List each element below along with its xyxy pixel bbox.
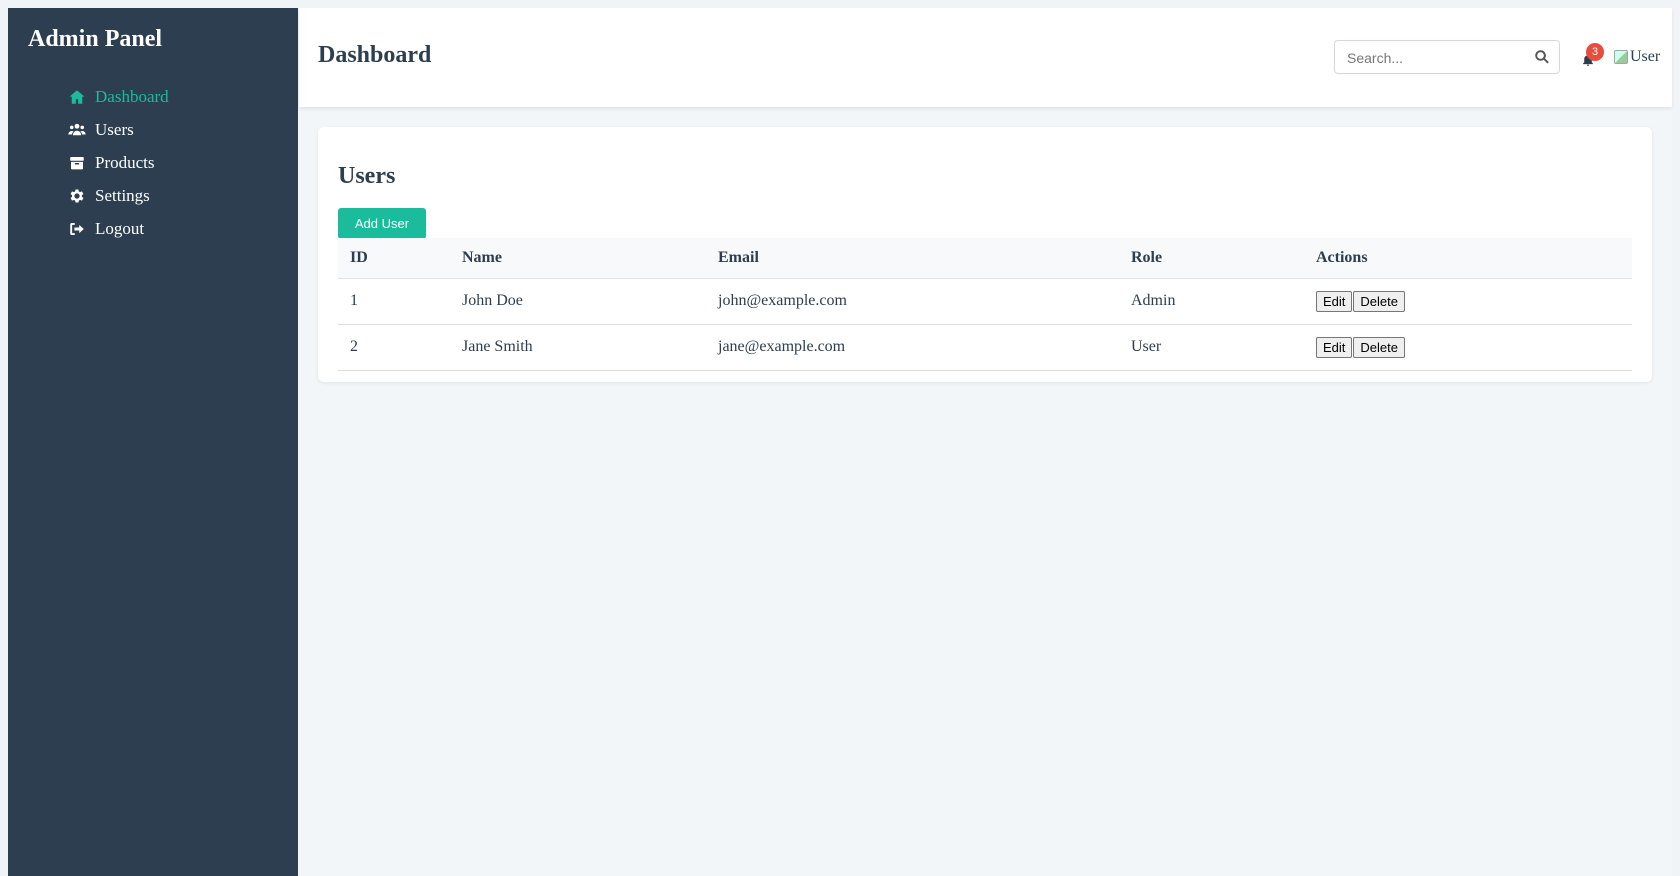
topbar: Dashboard 3 User — [299, 8, 1672, 107]
logout-icon — [67, 219, 87, 239]
sidebar-item-label: Settings — [95, 185, 150, 205]
cell-role: User — [1119, 324, 1304, 371]
delete-button[interactable]: Delete — [1353, 290, 1405, 312]
box-icon — [67, 153, 87, 173]
column-header-email[interactable]: Email — [706, 238, 1119, 279]
edit-button[interactable]: Edit — [1316, 336, 1353, 358]
sidebar: Admin Panel Dashboard Users Products Set… — [8, 8, 298, 876]
app-frame: Admin Panel Dashboard Users Products Set… — [8, 8, 1672, 876]
avatar[interactable]: User — [1614, 48, 1660, 66]
sidebar-item-users[interactable]: Users — [67, 113, 169, 146]
sidebar-item-dashboard[interactable]: Dashboard — [67, 80, 169, 113]
sidebar-title: Admin Panel — [28, 26, 163, 52]
sidebar-item-products[interactable]: Products — [67, 146, 169, 179]
page-title: Dashboard — [318, 42, 432, 68]
sidebar-item-settings[interactable]: Settings — [67, 179, 169, 212]
cell-actions: Edit Delete — [1304, 324, 1632, 371]
sidebar-nav: Dashboard Users Products Settings Logout — [67, 80, 169, 245]
table-row: 1 John Doe john@example.com Admin Edit De… — [338, 278, 1632, 325]
sidebar-item-label: Users — [95, 119, 134, 139]
cell-name: Jane Smith — [450, 324, 706, 371]
cell-name: John Doe — [450, 278, 706, 325]
cell-actions: Edit Delete — [1304, 278, 1632, 325]
column-header-actions: Actions — [1304, 238, 1632, 279]
cell-role: Admin — [1119, 278, 1304, 325]
sidebar-item-label: Products — [95, 152, 155, 172]
cell-id: 1 — [338, 278, 450, 325]
search-icon[interactable] — [1533, 48, 1551, 66]
cell-email: john@example.com — [706, 278, 1119, 325]
home-icon — [67, 87, 87, 107]
cell-id: 2 — [338, 324, 450, 371]
notifications-button[interactable]: 3 — [1577, 43, 1604, 70]
avatar-alt-text: User — [1630, 48, 1661, 65]
delete-button[interactable]: Delete — [1353, 336, 1405, 358]
search-input[interactable] — [1347, 49, 1527, 67]
column-header-id[interactable]: ID — [338, 238, 450, 279]
notification-badge: 3 — [1586, 43, 1604, 61]
gear-icon — [67, 186, 87, 206]
sidebar-item-label: Logout — [95, 218, 145, 238]
cell-email: jane@example.com — [706, 324, 1119, 371]
column-header-name[interactable]: Name — [450, 238, 706, 279]
column-header-role[interactable]: Role — [1119, 238, 1304, 279]
add-user-button[interactable]: Add User — [338, 208, 426, 239]
table-header-row: ID Name Email Role Actions — [338, 238, 1632, 279]
table-row: 2 Jane Smith jane@example.com User Edit D… — [338, 324, 1632, 371]
users-card: Users Add User ID Name Email Role Action… — [318, 127, 1652, 382]
sidebar-item-label: Dashboard — [95, 86, 169, 106]
sidebar-item-logout[interactable]: Logout — [67, 212, 169, 245]
card-title: Users — [338, 163, 396, 189]
users-icon — [67, 120, 87, 140]
search-box — [1334, 40, 1560, 74]
users-table: ID Name Email Role Actions 1 John Doe jo… — [338, 238, 1632, 371]
broken-image-icon — [1614, 50, 1628, 64]
edit-button[interactable]: Edit — [1316, 290, 1353, 312]
